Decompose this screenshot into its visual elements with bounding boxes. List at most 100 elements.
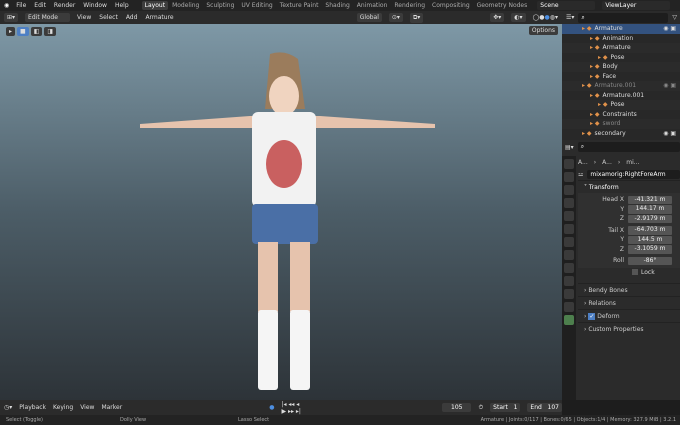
transform-field-row: Z -2.9179 m	[578, 214, 680, 224]
properties-tab-icon[interactable]	[564, 185, 574, 195]
menu-edit[interactable]: Edit	[34, 2, 46, 9]
shorts	[252, 204, 318, 244]
properties-tab-icon[interactable]	[564, 211, 574, 221]
outliner-item[interactable]: ▸ ◆ Armature.001 ◉ ▣	[562, 81, 680, 91]
transform-panel-header[interactable]: ˅ Transform	[578, 180, 680, 193]
properties-tab-icon[interactable]	[564, 263, 574, 273]
tab-animation[interactable]: Animation	[354, 1, 391, 10]
properties-tab-icon[interactable]	[564, 276, 574, 286]
properties-tab-icon[interactable]	[564, 172, 574, 182]
viewport-menu-select[interactable]: Select	[99, 14, 118, 21]
outliner-item[interactable]: ▸ ◆ Pose	[562, 100, 680, 110]
visibility-eye-icon[interactable]: ◉ ▣	[663, 130, 676, 137]
field-value[interactable]: 144.17 m	[628, 205, 672, 214]
blender-logo-icon[interactable]: ◉	[4, 2, 9, 9]
tab-texture-paint[interactable]: Texture Paint	[277, 1, 322, 10]
outliner-item[interactable]: ▸ ◆ Pose	[562, 53, 680, 63]
end-frame-field[interactable]: End 107	[527, 403, 562, 412]
outliner-item[interactable]: ▸ ◆ Body	[562, 62, 680, 72]
panel-header-bendy-bones[interactable]: › Bendy Bones	[578, 283, 680, 296]
mode-selector[interactable]: Edit Mode	[25, 13, 71, 22]
properties-tab-icon[interactable]	[564, 198, 574, 208]
field-label: Tail X	[608, 226, 624, 234]
timeline-menu-keying[interactable]: Keying	[53, 404, 73, 411]
overlay-button[interactable]: ◐▾	[511, 13, 526, 22]
tab-layout[interactable]: Layout	[141, 1, 169, 10]
tab-compositing[interactable]: Compositing	[429, 1, 473, 10]
tab-rendering[interactable]: Rendering	[391, 1, 428, 10]
menu-help[interactable]: Help	[115, 2, 129, 9]
panel-header-relations[interactable]: › Relations	[578, 296, 680, 309]
tab-modeling[interactable]: Modeling	[169, 1, 202, 10]
view-layer-selector[interactable]: ViewLayer	[602, 1, 670, 10]
object-icon: ▸ ◆	[590, 91, 600, 99]
character-model[interactable]	[0, 24, 562, 400]
properties-tab-icon[interactable]	[564, 237, 574, 247]
properties-tab-icon[interactable]	[564, 289, 574, 299]
menu-render[interactable]: Render	[54, 2, 75, 9]
display-mode-icon[interactable]: ☰▾	[566, 14, 574, 21]
panel-header-deform[interactable]: › ✓ Deform	[578, 309, 680, 322]
snap-button[interactable]: ⧉▾	[409, 12, 424, 23]
field-value[interactable]: -64.703 m	[628, 226, 672, 235]
properties-tabs[interactable]	[562, 156, 576, 400]
outliner-item[interactable]: ▸ ◆ Animation	[562, 34, 680, 44]
outliner-item[interactable]: ▸ ◆ secondary ◉ ▣	[562, 129, 680, 139]
filter-icon[interactable]: ▽	[672, 14, 677, 21]
properties-tab-icon[interactable]	[564, 224, 574, 234]
field-value[interactable]: -2.9179 m	[628, 214, 672, 223]
field-value[interactable]: -86°	[628, 256, 672, 265]
outliner-item[interactable]: ▸ ◆ sword	[562, 119, 680, 129]
panel-header-custom-properties[interactable]: › Custom Properties	[578, 322, 680, 335]
viewport-menu-armature[interactable]: Armature	[145, 14, 173, 21]
outliner-item[interactable]: ▸ ◆ Constraints	[562, 110, 680, 120]
timeline-menu-view[interactable]: View	[80, 404, 94, 411]
current-frame-field[interactable]: 105	[442, 403, 472, 412]
timeline-menu-marker[interactable]: Marker	[101, 404, 122, 411]
timeline-editor-icon[interactable]: ◷▾	[4, 404, 12, 411]
outliner-item[interactable]: ▸ ◆ Armature ◉ ▣	[562, 24, 680, 34]
properties-tab-icon[interactable]	[564, 302, 574, 312]
shading-buttons[interactable]: ◯●●◍▾	[533, 14, 558, 21]
orientation-selector[interactable]: Global	[356, 13, 382, 22]
timeline-menu-playback[interactable]: Playback	[19, 404, 46, 411]
editor-type-button[interactable]: ⊞▾	[4, 13, 19, 22]
field-value[interactable]: -3.1059 m	[628, 245, 672, 254]
properties-tab-icon[interactable]	[564, 250, 574, 260]
left-leg	[258, 242, 278, 312]
tab-uv-editing[interactable]: UV Editing	[238, 1, 275, 10]
gizmo-button[interactable]: ✥▾	[490, 13, 505, 22]
visibility-eye-icon[interactable]: ◉ ▣	[663, 82, 676, 89]
outliner-search-input[interactable]: ⌕	[578, 12, 669, 23]
3d-viewport[interactable]: ▸ ■ ◧ ◨ Options	[0, 24, 562, 400]
tab-sculpting[interactable]: Sculpting	[203, 1, 237, 10]
menu-file[interactable]: File	[16, 2, 26, 9]
scene-selector[interactable]: Scene	[537, 1, 596, 10]
panel-label: Custom Properties	[588, 325, 644, 333]
outliner-item-label: Face	[602, 72, 617, 80]
field-value[interactable]: 144.5 m	[628, 235, 672, 244]
tab-shading[interactable]: Shading	[322, 1, 352, 10]
bone-name-field[interactable]: mixamorig:RightForeArm	[587, 169, 680, 179]
properties-editor-type-icon[interactable]: ▤▾	[565, 144, 574, 151]
viewport-menu-add[interactable]: Add	[126, 14, 138, 21]
properties-editor: ▤▾ ⌕ A... › A... › mi... ⚍ mixamorig:RightFo…	[562, 140, 680, 400]
viewport-menu-view[interactable]: View	[77, 14, 91, 21]
properties-tab-icon[interactable]	[564, 315, 574, 325]
pivot-button[interactable]: ⊙▾	[388, 13, 403, 22]
visibility-eye-icon[interactable]: ◉ ▣	[663, 25, 676, 32]
properties-search-input[interactable]: ⌕	[577, 142, 680, 152]
auto-keying-button[interactable]: ●	[269, 404, 274, 411]
viewport-header: ⊞▾ Edit Mode View Select Add Armature Globa…	[0, 11, 562, 24]
tab-geometry-nodes[interactable]: Geometry Nodes	[474, 1, 531, 10]
outliner-item[interactable]: ▸ ◆ Face	[562, 72, 680, 82]
lock-checkbox[interactable]	[632, 269, 638, 276]
outliner-item[interactable]: ▸ ◆ Armature.001	[562, 91, 680, 101]
status-middle: Dolly View	[120, 417, 147, 423]
properties-tab-icon[interactable]	[564, 159, 574, 169]
playback-controls[interactable]: |◂ ◂◂ ◂ ▶ ▸▸ ▸|	[281, 401, 305, 415]
field-value[interactable]: -41.321 m	[628, 195, 672, 204]
menu-window[interactable]: Window	[83, 2, 107, 9]
start-frame-field[interactable]: Start 1	[490, 403, 521, 412]
outliner-item[interactable]: ▸ ◆ Armature	[562, 43, 680, 53]
